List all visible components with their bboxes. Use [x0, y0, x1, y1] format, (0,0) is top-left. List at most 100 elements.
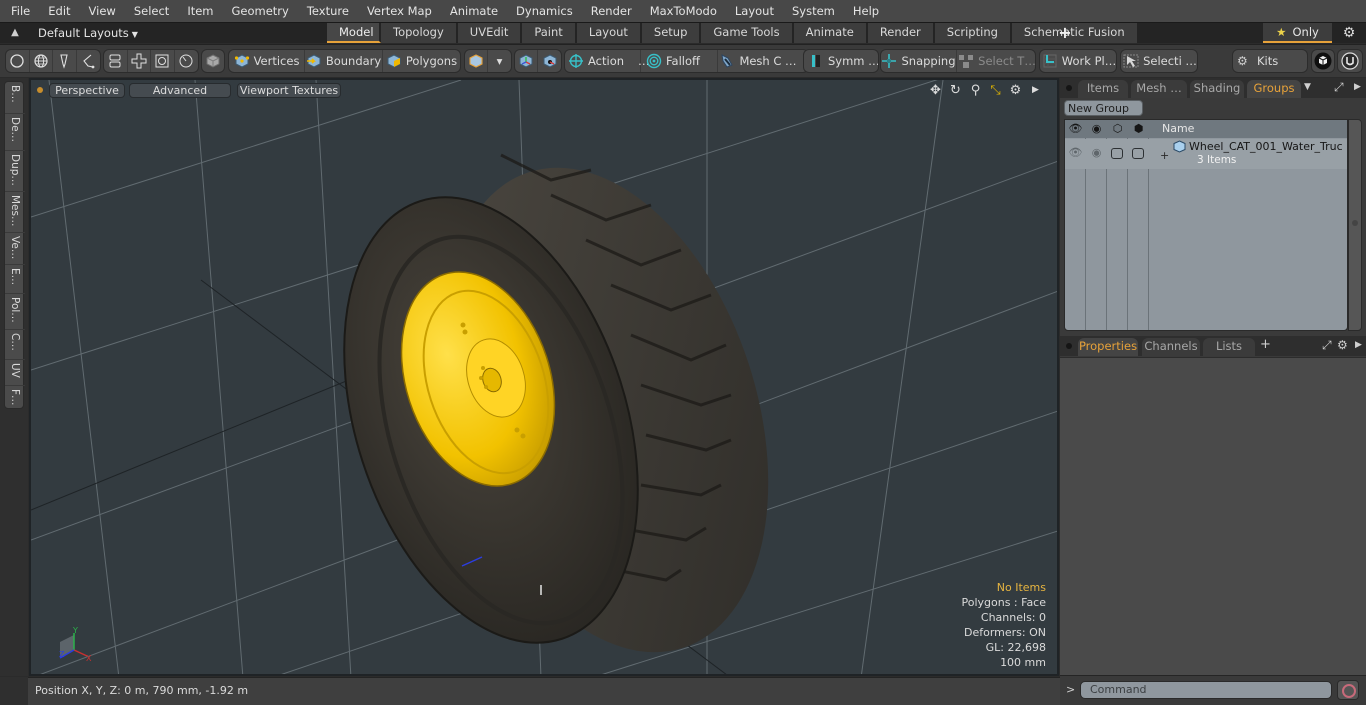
tab-setup[interactable]: Setup [641, 23, 702, 43]
polygons-button[interactable]: Polygons [383, 50, 460, 72]
tab-model[interactable]: Model [327, 23, 381, 43]
menu-system[interactable]: System [783, 0, 844, 22]
strip-tab-deform[interactable]: De… [5, 114, 25, 151]
3d-viewport[interactable]: Y X Z Perspective Advanced Viewport Text… [29, 78, 1059, 676]
strip-tab-fusion[interactable]: F… [5, 386, 25, 410]
render-camera-icon[interactable]: ◉ [1086, 120, 1107, 138]
mesh-constraint-button[interactable]: Mesh C … [718, 50, 798, 72]
expand-plus-icon[interactable]: + [1160, 149, 1169, 162]
add-layout-tab-button[interactable]: + [1057, 23, 1073, 43]
scrollbar-knob[interactable] [1352, 220, 1358, 226]
tab-topology[interactable]: Topology [381, 23, 458, 43]
pen-icon[interactable] [53, 50, 77, 72]
menu-animate[interactable]: Animate [441, 0, 507, 22]
symmetry-button[interactable]: Symm … [804, 50, 878, 72]
strip-tab-duplicate[interactable]: Dup… [5, 151, 25, 192]
menu-render[interactable]: Render [582, 0, 641, 22]
tab-schematic-fusion[interactable]: Schematic Fusion [1011, 23, 1139, 43]
rotate-icon[interactable]: ↻ [948, 83, 963, 98]
globe-icon[interactable] [30, 50, 53, 72]
row-select-checkbox[interactable] [1132, 148, 1144, 159]
tab-channels[interactable]: Channels [1142, 338, 1200, 356]
strip-tab-polygon[interactable]: Pol… [5, 294, 25, 330]
row-render-camera-icon[interactable]: ◉ [1086, 146, 1107, 159]
visibility-eye-icon[interactable]: 👁 [1065, 120, 1086, 138]
record-macro-button[interactable] [1337, 680, 1359, 700]
tab-scripting[interactable]: Scripting [934, 23, 1012, 43]
menu-file[interactable]: File [0, 0, 39, 22]
panel-maximize-icon[interactable]: ⤢ [1322, 338, 1332, 353]
dial-icon[interactable] [175, 50, 198, 72]
pan-icon[interactable]: ✥ [928, 83, 943, 98]
modo-cube-icon[interactable] [1312, 50, 1334, 72]
maximize-icon[interactable]: ⤡ [988, 83, 1003, 98]
tab-items[interactable]: Items [1078, 80, 1128, 98]
panel-menu-dot[interactable] [1066, 343, 1072, 349]
menu-view[interactable]: View [80, 0, 125, 22]
material-dropdown-caret-icon[interactable]: ▾ [488, 50, 511, 72]
row-visibility-eye-icon[interactable]: 👁 [1065, 146, 1086, 159]
zoom-icon[interactable]: ⚲ [968, 83, 983, 98]
tab-properties[interactable]: Properties [1078, 338, 1138, 356]
menu-texture[interactable]: Texture [298, 0, 358, 22]
expand-arrow-icon[interactable]: ▶ [1028, 83, 1043, 98]
strip-tab-uv[interactable]: UV [5, 360, 25, 386]
menu-dynamics[interactable]: Dynamics [507, 0, 582, 22]
selection-sets-button[interactable]: Selecti … [1121, 50, 1197, 72]
collapse-up-icon[interactable]: ▲ [8, 26, 22, 40]
menu-vertex-map[interactable]: Vertex Map [358, 0, 441, 22]
panel-expand-arrow-icon[interactable]: ▶ [1355, 340, 1362, 350]
menu-item[interactable]: Item [178, 0, 222, 22]
tab-layout[interactable]: Layout [576, 23, 642, 43]
cross-grid-icon[interactable] [128, 50, 151, 72]
lock-cube-icon[interactable]: ⬡ [1107, 120, 1128, 138]
tab-groups[interactable]: Groups [1247, 80, 1301, 98]
menu-edit[interactable]: Edit [39, 0, 79, 22]
groups-scrollbar[interactable] [1348, 119, 1362, 331]
tab-lists[interactable]: Lists [1203, 338, 1255, 356]
group-row[interactable]: 👁 ◉ + Wheel_CAT_001_Water_Truc … 3 Items [1065, 139, 1347, 169]
only-toggle-button[interactable]: ★ Only [1263, 23, 1332, 43]
new-group-button[interactable]: New Group [1064, 100, 1143, 116]
strip-tab-edge[interactable]: E… [5, 265, 25, 294]
panel-gear-icon[interactable]: ⚙ [1337, 338, 1348, 352]
lasso-icon[interactable] [77, 50, 100, 72]
circle-select-icon[interactable] [6, 50, 30, 72]
item-cube-icon[interactable] [202, 50, 224, 72]
viewport-settings-gear-icon[interactable]: ⚙ [1008, 83, 1023, 98]
boundary-button[interactable]: Boundary [305, 50, 383, 72]
menu-geometry[interactable]: Geometry [223, 0, 298, 22]
gear-icon[interactable]: ⚙ [1340, 23, 1358, 43]
strip-tab-curve[interactable]: C… [5, 330, 25, 360]
tab-game-tools[interactable]: Game Tools [701, 23, 794, 43]
add-tab-button[interactable]: + [1260, 337, 1271, 352]
perspective-view-button[interactable]: Perspective [49, 83, 125, 98]
menu-select[interactable]: Select [125, 0, 178, 22]
world-axis-icon[interactable] [515, 50, 539, 72]
tab-render[interactable]: Render [867, 23, 935, 43]
strip-tab-mesh-edit[interactable]: Mes… [5, 192, 25, 233]
panel-expand-arrow-icon[interactable]: ▶ [1354, 82, 1361, 92]
tab-mesh[interactable]: Mesh … [1131, 80, 1187, 98]
action-center-button[interactable]: Action… [565, 50, 650, 72]
tab-animate[interactable]: Animate [793, 23, 868, 43]
panel-maximize-icon[interactable]: ⤢ [1334, 80, 1344, 95]
tab-shading[interactable]: Shading [1190, 80, 1244, 98]
local-axis-icon[interactable] [538, 50, 561, 72]
select-through-button[interactable]: Select T… [957, 50, 1035, 72]
vertices-button[interactable]: Vertices [229, 50, 305, 72]
menu-maxtomodo[interactable]: MaxToModo [641, 0, 726, 22]
panel-menu-dot[interactable] [1066, 85, 1072, 91]
align-icon[interactable] [104, 50, 128, 72]
viewport-textures-button[interactable]: Viewport Textures [237, 83, 341, 98]
menu-help[interactable]: Help [844, 0, 888, 22]
select-cube-icon[interactable]: ⬢ [1128, 120, 1149, 138]
name-column-header[interactable]: Name [1162, 120, 1194, 138]
tab-uvedit[interactable]: UVEdit [457, 23, 523, 43]
strip-tab-basic[interactable]: B… [5, 82, 25, 114]
snapping-button[interactable]: Snapping [881, 50, 957, 72]
frame-circle-icon[interactable] [151, 50, 175, 72]
row-lock-checkbox[interactable] [1111, 148, 1123, 159]
menu-layout[interactable]: Layout [726, 0, 783, 22]
strip-tab-vertex[interactable]: Ve… [5, 233, 25, 265]
